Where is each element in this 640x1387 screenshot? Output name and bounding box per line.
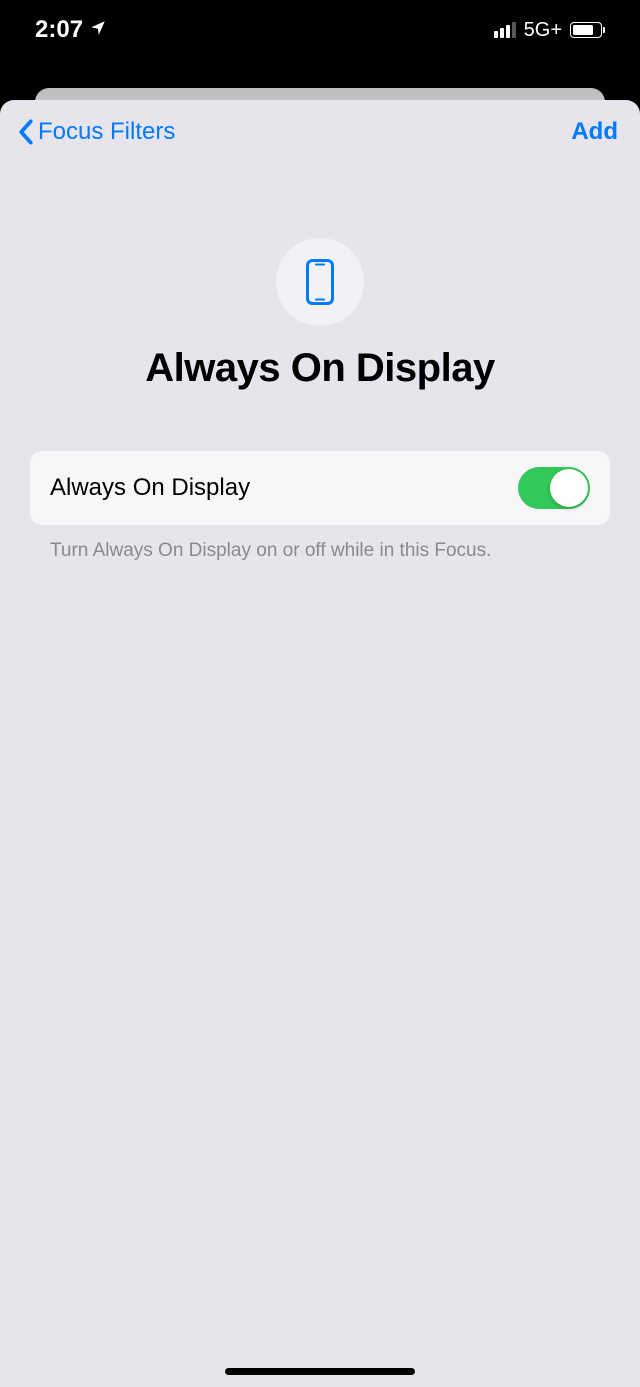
home-indicator[interactable]	[225, 1368, 415, 1375]
chevron-left-icon	[18, 119, 34, 145]
hero-section: Always On Display	[0, 164, 640, 451]
phone-icon	[306, 259, 334, 305]
back-label: Focus Filters	[38, 118, 175, 146]
status-time: 2:07	[35, 16, 83, 44]
battery-icon	[570, 22, 605, 38]
status-right: 5G+	[494, 19, 605, 42]
hero-icon-circle	[276, 238, 364, 326]
toggle-knob	[550, 469, 588, 507]
back-button[interactable]: Focus Filters	[18, 118, 175, 146]
nav-bar: Focus Filters Add	[0, 100, 640, 164]
setting-description: Turn Always On Display on or off while i…	[50, 539, 590, 564]
setting-label: Always On Display	[50, 474, 250, 502]
network-label: 5G+	[524, 19, 562, 42]
add-button[interactable]: Add	[571, 118, 618, 146]
location-icon	[89, 19, 107, 42]
signal-icon	[494, 22, 516, 38]
setting-row-aod[interactable]: Always On Display	[30, 451, 610, 525]
page-title: Always On Display	[145, 346, 494, 391]
settings-sheet: Focus Filters Add Always On Display Alwa…	[0, 100, 640, 1387]
aod-toggle[interactable]	[518, 467, 590, 509]
status-bar: 2:07 5G+	[0, 0, 640, 60]
status-left: 2:07	[35, 16, 107, 44]
